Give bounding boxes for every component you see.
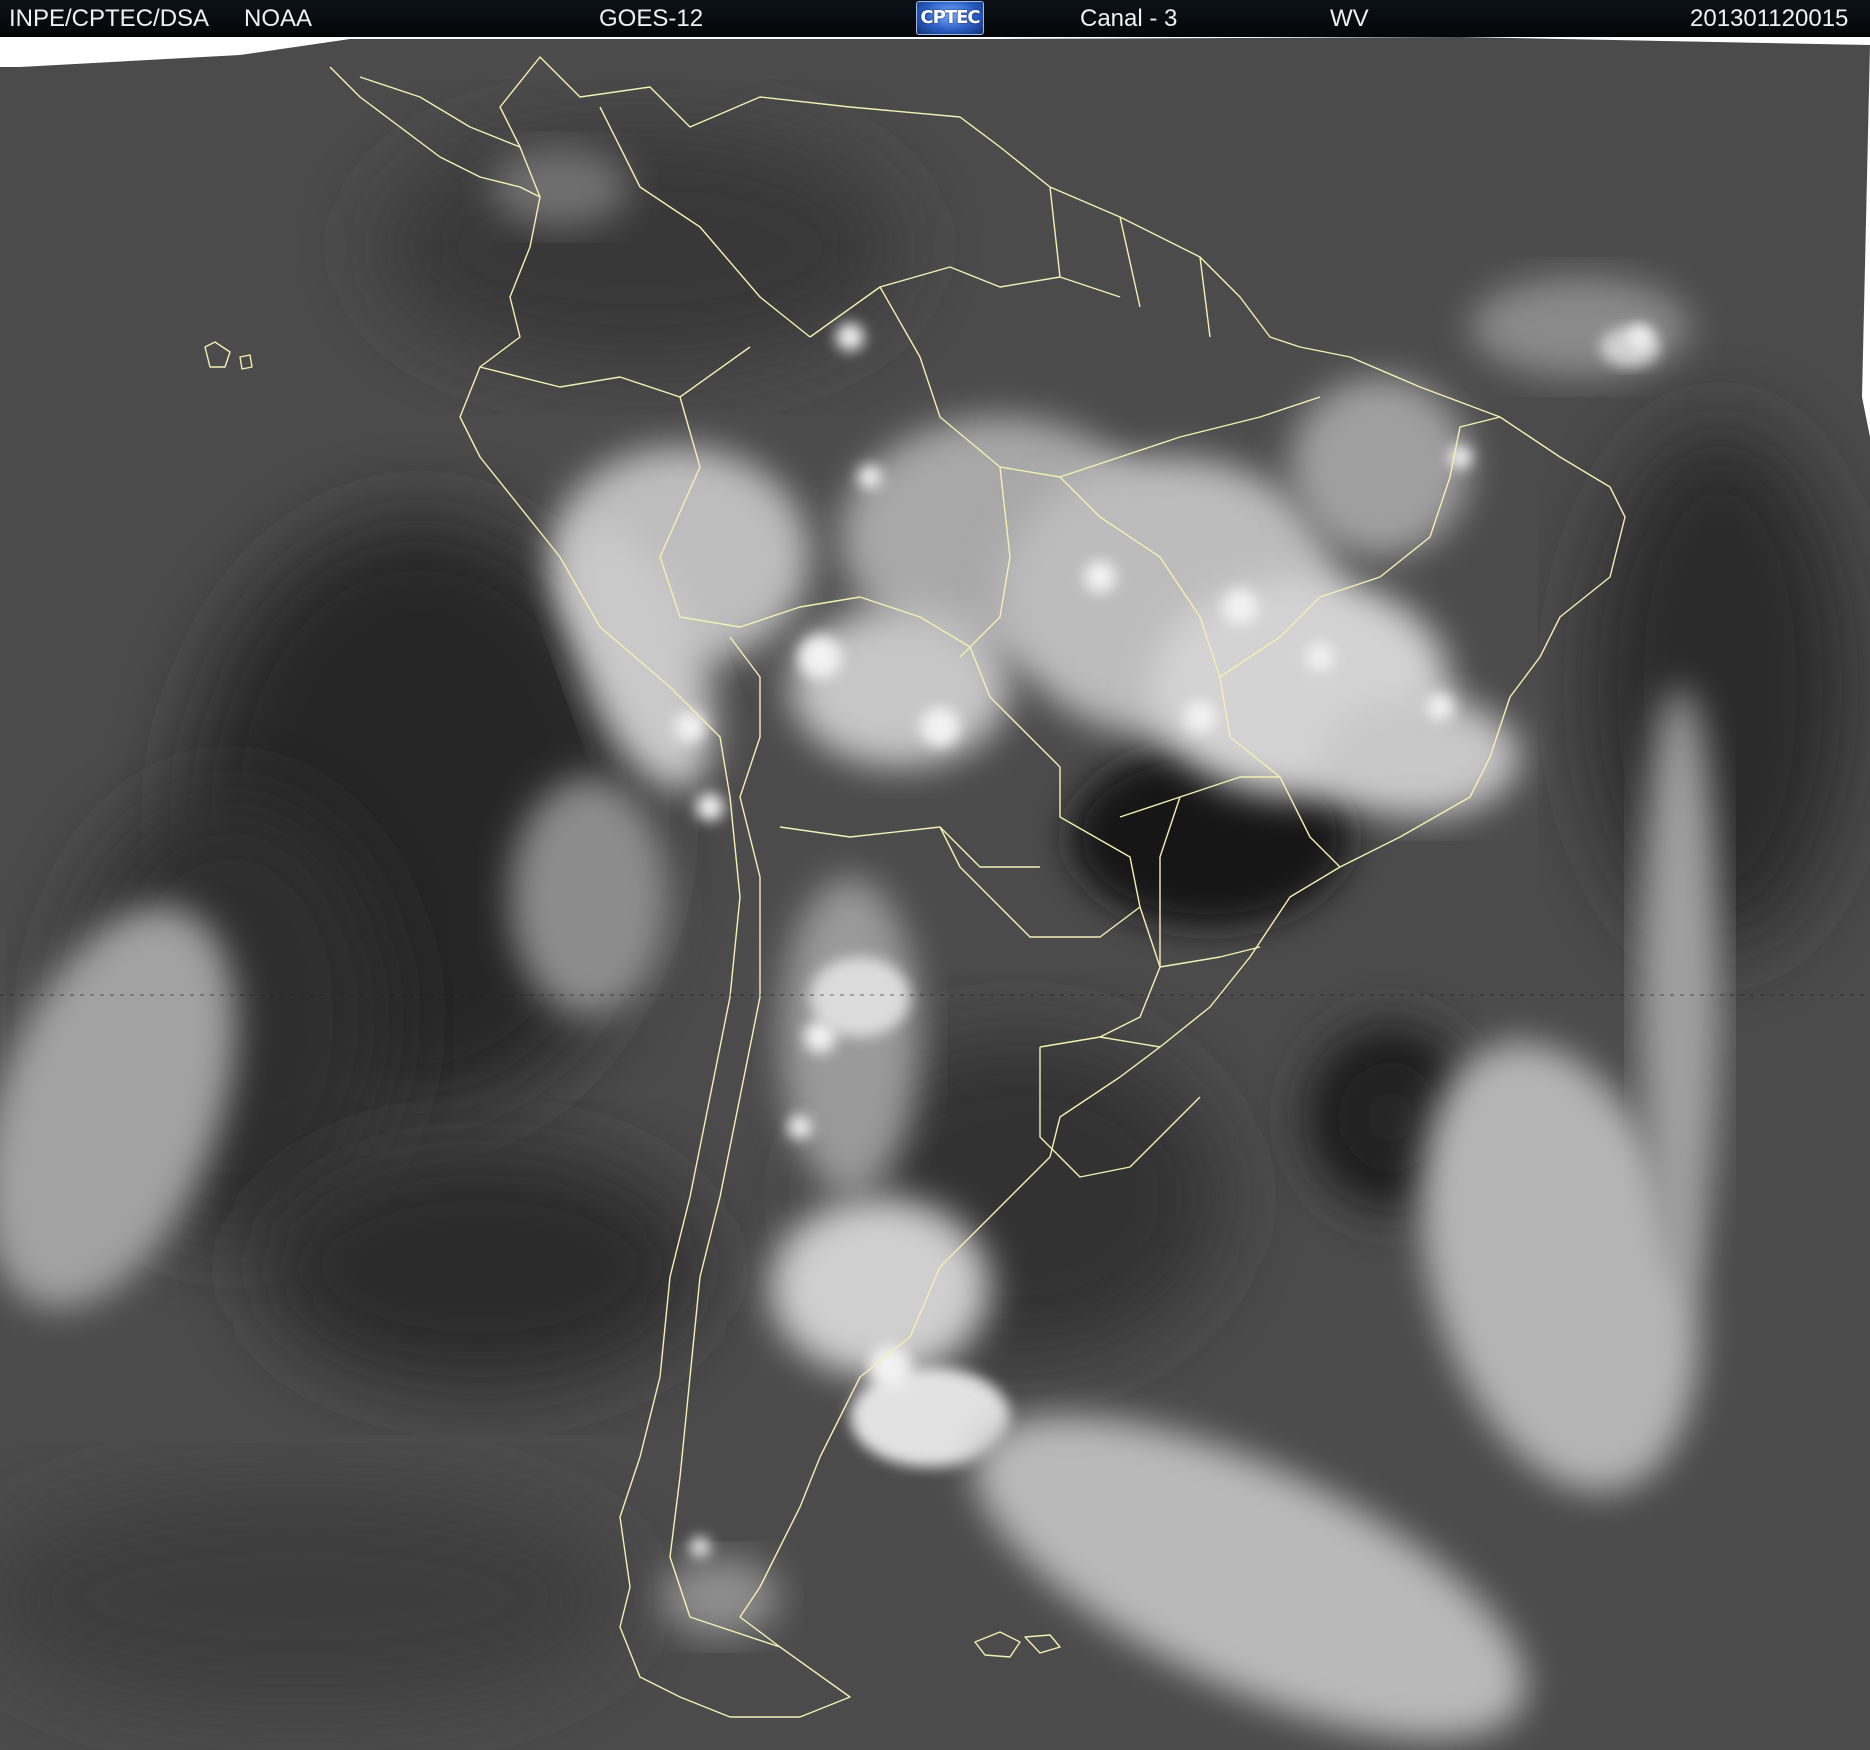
cloud-atlantic-north — [1470, 277, 1690, 377]
timestamp-label: 201301120015 — [1690, 5, 1849, 32]
cloud-caribbean — [490, 147, 630, 227]
map-canvas — [0, 37, 1870, 1750]
header-bar: INPE/CPTEC/DSA NOAA GOES-12 CPTEC Canal … — [0, 0, 1870, 37]
agency-label: NOAA — [244, 5, 313, 32]
dry-slot-south-pacific — [260, 1147, 700, 1387]
cloud-chaco — [780, 877, 920, 1197]
dark-north — [380, 127, 900, 367]
cloud-northeast-brazil — [1290, 377, 1470, 557]
cloud-pacific-off-chile — [510, 777, 670, 1017]
cloud-tierra-del-fuego — [660, 1557, 780, 1637]
cloud-bolivia — [790, 607, 1010, 767]
organization-label: INPE/CPTEC/DSA — [9, 5, 210, 32]
satellite-image — [0, 37, 1870, 1750]
channel-label: Canal - 3 — [1080, 5, 1178, 32]
band-label: WV — [1330, 5, 1369, 32]
cptec-logo: CPTEC — [916, 1, 984, 35]
cloud-atlantic-east-band — [1640, 687, 1720, 1287]
dark-southwest — [0, 1487, 620, 1707]
dry-slot-atlantic-east — [1590, 427, 1850, 947]
satellite-label: GOES-12 — [599, 5, 704, 32]
logo-text: CPTEC — [920, 7, 980, 28]
